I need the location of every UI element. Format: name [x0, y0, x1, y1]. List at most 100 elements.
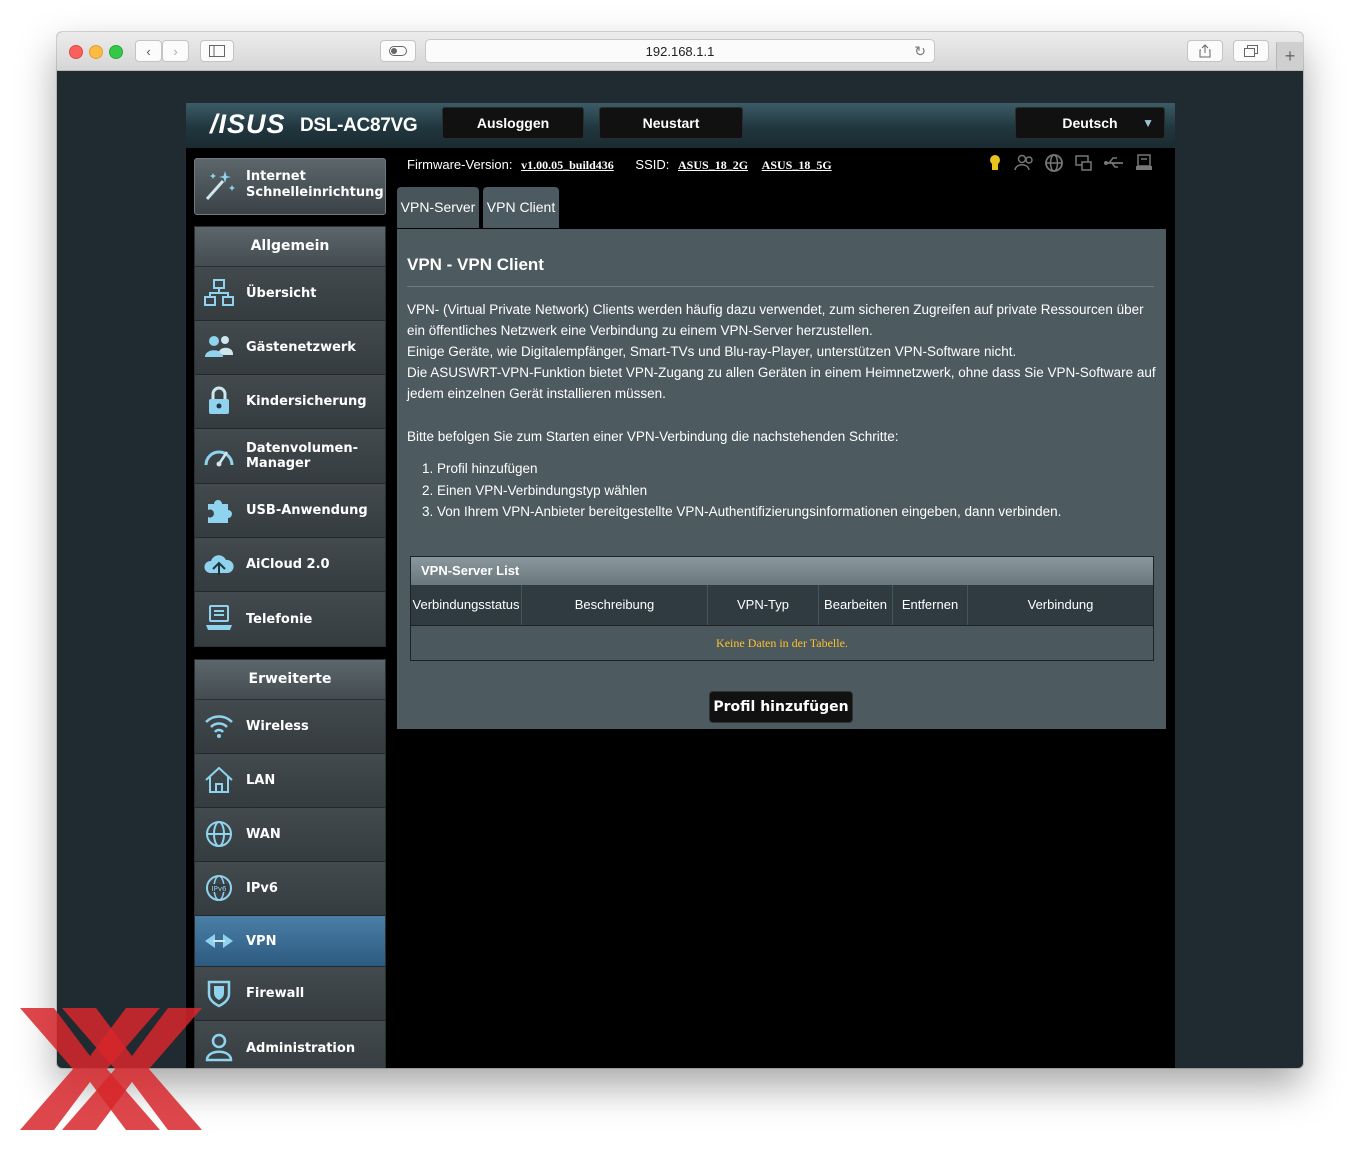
qis-label: Internet Schnelleinrichtung — [246, 169, 384, 200]
sidebar-item-guest-network[interactable]: Gästenetzwerk — [195, 321, 385, 375]
tabs-icon — [1244, 45, 1258, 57]
shield-icon — [207, 980, 231, 1008]
tab-vpn-server[interactable]: VPN-Server — [397, 187, 479, 228]
clients-icon[interactable] — [1014, 153, 1036, 173]
logout-button[interactable]: Ausloggen — [442, 107, 584, 139]
title-divider — [407, 286, 1154, 287]
share-icon — [1199, 44, 1211, 58]
description-para-2: Einige Geräte, wie Digitalempfänger, Sma… — [407, 344, 1017, 359]
quick-internet-setup-button[interactable]: Internet Schnelleinrichtung — [194, 158, 386, 215]
guest-network-icon — [205, 336, 233, 357]
toggle-icon — [389, 46, 407, 56]
telephony-icon — [206, 605, 232, 630]
address-bar[interactable]: 192.168.1.1 ↻ — [425, 39, 935, 63]
sidebar-item-usb-application[interactable]: USB-Anwendung — [195, 484, 385, 538]
sidebar-item-wan[interactable]: WAN — [195, 808, 385, 862]
sidebar-icon — [209, 45, 225, 57]
language-select[interactable]: Deutsch ▼ — [1015, 107, 1165, 139]
advanced-menu: Erweiterte Einstellungen Wireless LAN WA… — [194, 659, 386, 1068]
table-title: VPN-Server List — [411, 557, 1153, 585]
privacy-toggle-button[interactable] — [380, 40, 416, 62]
wifi-icon — [205, 715, 233, 738]
printer-icon[interactable] — [1134, 153, 1154, 173]
description-para-1: VPN- (Virtual Private Network) Clients w… — [407, 302, 1144, 338]
description-para-3: Die ASUSWRT-VPN-Funktion bietet VPN-Zuga… — [407, 365, 1156, 401]
close-window-button[interactable] — [69, 45, 83, 59]
vpn-server-list-table: VPN-Server List Verbindungsstatus Beschr… — [410, 556, 1154, 661]
sidebar-item-wireless[interactable]: Wireless — [195, 700, 385, 754]
status-info-bar: Firmware-Version: v1.00.05_build436 SSID… — [407, 157, 832, 177]
reboot-button[interactable]: Neustart — [599, 107, 743, 139]
internet-status-icon[interactable] — [1044, 153, 1064, 173]
chevron-right-icon: › — [173, 44, 178, 59]
network-map-icon — [204, 279, 234, 306]
home-icon — [205, 766, 233, 793]
usb-icon[interactable] — [1103, 153, 1125, 173]
sidebar-item-administration[interactable]: Administration — [195, 1021, 385, 1068]
globe-icon — [206, 821, 232, 847]
parental-lock-icon — [209, 386, 229, 414]
advanced-menu-title: Erweiterte Einstellungen — [195, 660, 385, 726]
magic-wand-icon — [205, 171, 235, 200]
reload-icon[interactable]: ↻ — [914, 40, 926, 63]
chevron-left-icon: ‹ — [146, 44, 151, 59]
router-page: /ISUS DSL-AC87VG Ausloggen Neustart Deut… — [186, 103, 1175, 1068]
list-item: Von Ihrem VPN-Anbieter bereitgestellte V… — [437, 501, 1061, 523]
instructions-intro: Bitte befolgen Sie zum Starten einer VPN… — [407, 429, 899, 444]
sidebar-item-parental-control[interactable]: Kindersicherung — [195, 375, 385, 429]
speedometer-icon — [204, 450, 234, 467]
sidebar-item-firewall[interactable]: Firewall — [195, 967, 385, 1021]
firmware-label: Firmware-Version: — [407, 157, 513, 172]
column-header: Verbindungsstatus — [411, 585, 522, 625]
plus-icon: + — [1284, 46, 1296, 66]
forward-button[interactable]: › — [162, 40, 189, 62]
ssid-5g-link[interactable]: ASUS_18_5G — [762, 158, 832, 172]
language-value: Deutsch — [1062, 115, 1118, 131]
general-menu: Allgemein Übersicht Gästenetzwerk Kinder… — [194, 226, 386, 647]
ssid-2g-link[interactable]: ASUS_18_2G — [678, 158, 748, 172]
share-button[interactable] — [1187, 40, 1223, 62]
general-menu-title: Allgemein — [195, 227, 385, 267]
vpn-client-panel: VPN - VPN Client VPN- (Virtual Private N… — [397, 229, 1166, 729]
bulb-icon[interactable] — [986, 153, 1004, 173]
wireless-devices-icon[interactable] — [1074, 153, 1094, 173]
column-header: Verbindung — [1027, 597, 1094, 612]
tabs-overview-button[interactable] — [1233, 40, 1269, 62]
ssid-label: SSID: — [635, 157, 670, 172]
sidebar-toggle-button[interactable] — [200, 40, 234, 62]
add-profile-button[interactable]: Profil hinzufügen — [709, 691, 853, 723]
sidebar-item-aicloud[interactable]: AiCloud 2.0 — [195, 538, 385, 592]
puzzle-icon — [208, 500, 232, 523]
sidebar-item-ipv6[interactable]: IPv6 IPv6 — [195, 862, 385, 916]
tab-vpn-client[interactable]: VPN Client — [483, 187, 559, 228]
table-header-row: Verbindungsstatus Beschreibung VPN-Typ B… — [411, 585, 1153, 625]
column-header: Beschreibung — [522, 585, 708, 625]
watermark-logo-icon — [20, 1008, 202, 1130]
page-title: VPN - VPN Client — [407, 255, 544, 274]
firmware-version-link[interactable]: v1.00.05_build436 — [521, 158, 614, 172]
router-header: /ISUS DSL-AC87VG Ausloggen Neustart Deut… — [186, 103, 1175, 148]
admin-user-icon — [205, 1033, 233, 1062]
sidebar-item-vpn[interactable]: VPN — [195, 916, 385, 967]
svg-text:IPv6: IPv6 — [212, 885, 227, 893]
sidebar-item-lan[interactable]: LAN — [195, 754, 385, 808]
list-item: Einen VPN-Verbindungstyp wählen — [437, 480, 1061, 502]
column-header: Entfernen — [893, 585, 968, 625]
steps-list: Profil hinzufügen Einen VPN-Verbindungst… — [407, 458, 1061, 523]
sidebar-item-telephony[interactable]: Telefonie — [195, 592, 385, 646]
sidebar-item-traffic-manager[interactable]: Datenvolumen-Manager — [195, 429, 385, 484]
column-header: Bearbeiten — [819, 585, 893, 625]
browser-toolbar: ‹ › 192.168.1.1 ↻ + — [57, 32, 1303, 71]
minimize-window-button[interactable] — [89, 45, 103, 59]
url-text: 192.168.1.1 — [645, 44, 715, 59]
back-button[interactable]: ‹ — [135, 40, 162, 62]
new-tab-button[interactable]: + — [1276, 42, 1303, 70]
asus-logo: /ISUS — [210, 109, 286, 139]
browser-window: ‹ › 192.168.1.1 ↻ + /ISUS DSL-AC87VG Aus… — [57, 32, 1303, 1068]
list-item: Profil hinzufügen — [437, 458, 1061, 480]
vpn-icon — [205, 934, 233, 948]
table-empty-message: Keine Daten in der Tabelle. — [411, 625, 1153, 660]
sidebar-item-overview[interactable]: Übersicht — [195, 267, 385, 321]
column-header: VPN-Typ — [708, 585, 819, 625]
zoom-window-button[interactable] — [109, 45, 123, 59]
